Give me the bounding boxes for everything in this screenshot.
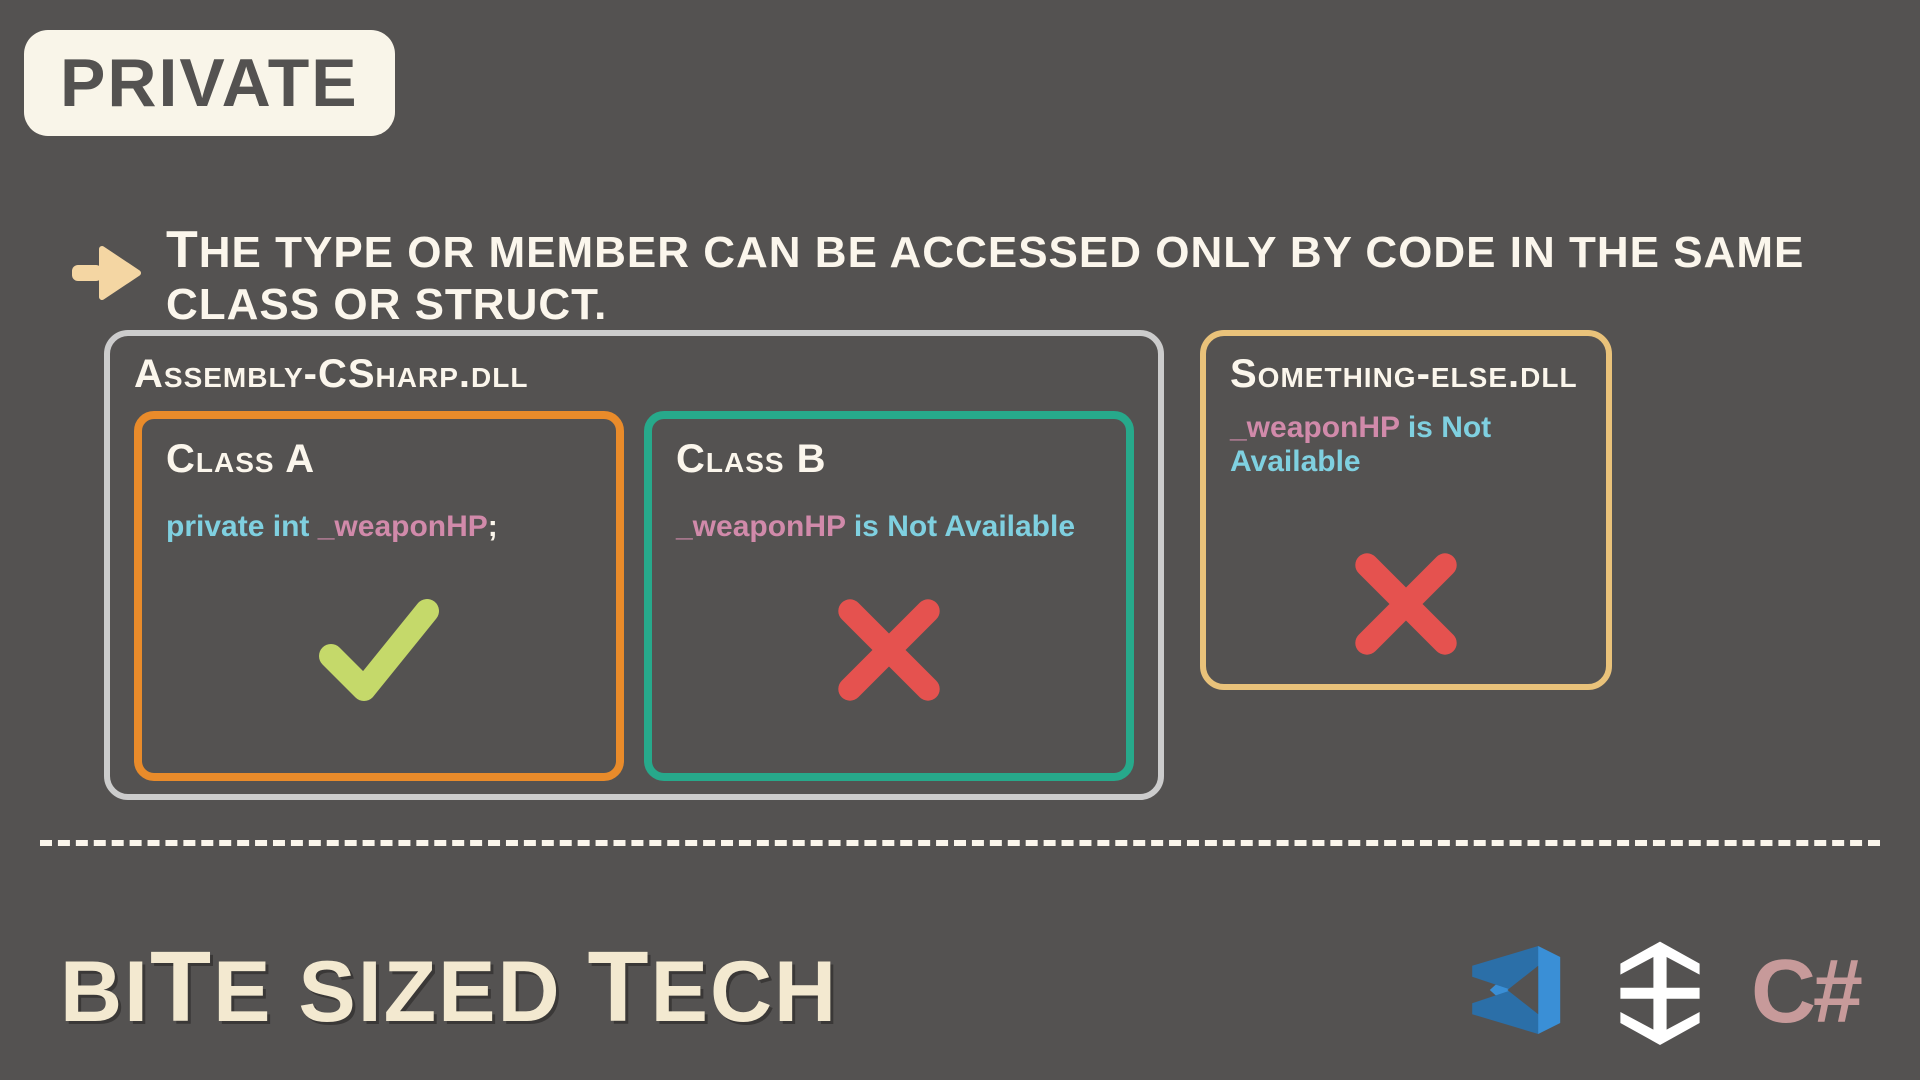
keyword-private: private [166,510,264,543]
dashed-divider [40,840,1880,846]
cross-icon [1230,489,1582,719]
csharp-icon: C# [1751,941,1860,1044]
title-text: PRIVATE [60,45,359,121]
footer: BITE SIZED TECH C# [60,935,1860,1050]
class-a-declaration: private int _weaponHP; [166,510,592,544]
assembly-main-box: Assembly-CSharp.dll Class A private int … [104,330,1164,800]
description-row: The type or member can be accessed only … [72,220,1880,330]
assembly-secondary-box: Something-else.dll _weaponHP is Not Avai… [1200,330,1612,690]
class-b-status: _weaponHP is Not Available [676,510,1102,544]
check-icon [166,544,592,755]
icon-row: C# [1459,935,1860,1050]
class-a-label: Class A [166,437,592,482]
class-b-box: Class B _weaponHP is Not Available [644,411,1134,781]
class-a-box: Class A private int _weaponHP; [134,411,624,781]
assembly-main-label: Assembly-CSharp.dll [134,352,1134,397]
brand-part4: T [588,947,651,1027]
brand-part1: BI [60,944,150,1040]
semicolon: ; [488,510,498,543]
var-name-a: _weaponHP [318,510,488,543]
var-name-sec: _weaponHP [1230,411,1400,444]
brand-part5: ECH [651,944,839,1040]
description-text: The type or member can be accessed only … [166,220,1880,330]
status-text-b: is Not Available [846,510,1076,543]
type-int: int [273,510,310,543]
secondary-content: _weaponHP is Not Available [1230,411,1582,719]
secondary-status: _weaponHP is Not Available [1230,411,1582,479]
cross-icon [676,544,1102,755]
unity-icon [1605,935,1715,1050]
brand-part3: E SIZED [213,944,587,1040]
arrow-right-icon [72,245,142,306]
vscode-icon [1459,935,1569,1050]
class-b-label: Class B [676,437,1102,482]
assembly-secondary-label: Something-else.dll [1230,352,1582,397]
class-row: Class A private int _weaponHP; Class B _… [134,411,1134,781]
title-badge: PRIVATE [24,30,395,136]
brand-part2: T [150,947,213,1027]
brand-logo: BITE SIZED TECH [60,943,838,1042]
var-name-b: _weaponHP [676,510,846,543]
